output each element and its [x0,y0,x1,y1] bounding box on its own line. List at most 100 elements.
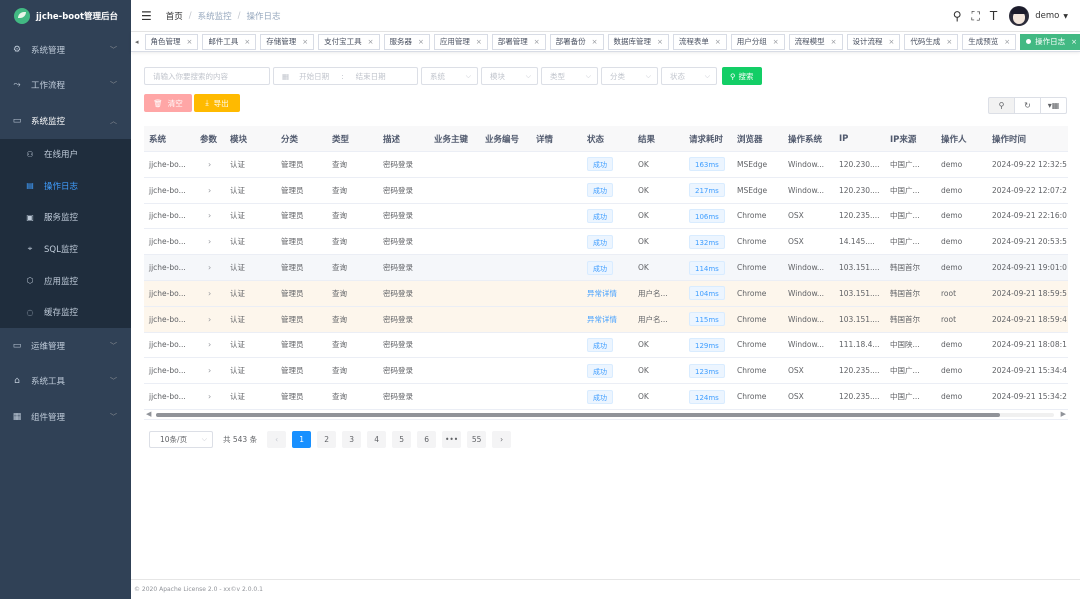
close-icon[interactable]: × [1004,38,1010,46]
table-row[interactable]: jjche-bo... › 认证 管理员 查询 密码登录 成功 OK 106ms Chrome OS… [144,204,1068,230]
chevron-right-icon[interactable]: › [200,160,211,169]
column-settings-icon[interactable]: ▾▦ [1040,97,1067,114]
avatar[interactable] [1009,6,1030,26]
category-select[interactable]: 分类 ⌵ [601,67,658,85]
table-row[interactable]: jjche-bo... › 认证 管理员 查询 密码登录 成功 OK 114ms Chrome Wi… [144,255,1068,281]
page-button-3[interactable]: 3 [342,431,362,448]
chevron-right-icon[interactable]: › [200,237,211,246]
module-select[interactable]: 模块 ⌵ [481,67,538,85]
chevron-right-icon[interactable]: › [200,186,211,195]
tag-0[interactable]: 角色管理 × [144,33,199,50]
scroll-left-icon[interactable]: ◀ [146,410,151,418]
breadcrumb-home[interactable]: 首页 [166,10,183,22]
tag-9[interactable]: 流程表单 × [672,33,727,50]
cell-expand[interactable]: › [195,366,225,375]
page-button-4[interactable]: 4 [367,431,387,448]
date-range-picker[interactable]: ▦ 开始日期 : 结束日期 [273,67,418,85]
sidebar-sub-item-1[interactable]: ▤ 操作日志 [0,170,131,202]
close-icon[interactable]: × [657,38,663,46]
sidebar-sub-item-3[interactable]: ⌖ SQL监控 [0,233,131,265]
error-detail-link[interactable]: 异常详情 [587,289,617,298]
tag-1[interactable]: 邮件工具 × [202,33,257,50]
close-icon[interactable]: × [1071,38,1077,46]
close-icon[interactable]: × [773,38,779,46]
close-icon[interactable]: × [715,38,721,46]
table-row[interactable]: jjche-bo... › 认证 管理员 查询 密码登录 异常详情 用户名... 115ms Ch… [144,306,1068,333]
cell-expand[interactable]: › [195,211,225,220]
menu-item-b1[interactable]: ⌂ 系统工具 ﹀ [0,364,131,400]
tag-4[interactable]: 服务器 × [383,33,430,50]
close-icon[interactable]: × [418,38,424,46]
hamburger-icon[interactable]: ☰ [141,9,152,23]
chevron-right-icon[interactable]: › [200,392,211,401]
chevron-right-icon[interactable]: › [200,366,211,375]
next-page-button[interactable]: › [492,431,512,448]
cell-expand[interactable]: › [195,392,225,401]
close-icon[interactable]: × [302,38,308,46]
sidebar-sub-item-4[interactable]: ⬡ 应用监控 [0,265,131,297]
page-button-5[interactable]: 5 [392,431,412,448]
tag-5[interactable]: 应用管理 × [433,33,488,50]
chevron-right-icon[interactable]: › [200,315,211,324]
chevron-right-icon[interactable]: › [200,289,211,298]
chevron-right-icon[interactable]: › [200,340,211,349]
tag-13[interactable]: 代码生成 × [904,33,959,50]
menu-item-system-monitor[interactable]: ▭ 系统监控 ︿ [0,103,131,139]
page-button-•••[interactable]: ••• [442,431,462,448]
tag-3[interactable]: 支付宝工具 × [318,33,380,50]
close-icon[interactable]: × [889,38,895,46]
search-button[interactable]: ⚲ 搜索 [722,67,762,85]
tag-6[interactable]: 部署管理 × [491,33,546,50]
cell-expand[interactable]: › [195,186,225,195]
close-icon[interactable]: × [187,38,193,46]
cell-expand[interactable]: › [195,289,225,298]
tag-2[interactable]: 存储管理 × [260,33,315,50]
close-icon[interactable]: × [244,38,250,46]
font-size-icon[interactable]: T [990,9,997,23]
tags-scroll-left-icon[interactable]: ◂ [135,38,139,46]
table-row[interactable]: jjche-bo... › 认证 管理员 查询 密码登录 成功 OK 132ms Chrome OS… [144,229,1068,256]
page-size-select[interactable]: 10条/页 ⌵ [149,431,213,448]
close-icon[interactable]: × [368,38,374,46]
clear-button[interactable]: 🗑 清空 [144,94,192,112]
sidebar-sub-item-2[interactable]: ▣ 服务监控 [0,202,131,234]
cell-status[interactable]: 异常详情 [582,314,633,325]
chevron-right-icon[interactable]: › [200,211,211,220]
cell-status[interactable]: 异常详情 [582,288,633,299]
start-date-field[interactable]: 开始日期 [299,71,329,82]
tag-10[interactable]: 用户分组 × [730,33,785,50]
table-row[interactable]: jjche-bo... › 认证 管理员 查询 密码登录 成功 OK 163ms MSEdge Wi… [144,152,1068,178]
error-detail-link[interactable]: 异常详情 [587,315,617,324]
tag-7[interactable]: 部署备份 × [549,33,604,50]
page-button-1[interactable]: 1 [292,431,312,448]
page-button-2[interactable]: 2 [317,431,337,448]
tag-11[interactable]: 流程模型 × [788,33,843,50]
cell-expand[interactable]: › [195,263,225,272]
prev-page-button[interactable]: ‹ [267,431,287,448]
table-row[interactable]: jjche-bo... › 认证 管理员 查询 密码登录 异常详情 用户名... 104ms Ch… [144,280,1068,307]
system-select[interactable]: 系统 ⌵ [421,67,478,85]
page-button-55[interactable]: 55 [467,431,487,448]
toggle-search-icon[interactable]: ⚲ [988,97,1015,114]
scroll-right-icon[interactable]: ▶ [1061,410,1066,418]
caret-down-icon[interactable]: ▼ [1063,13,1068,20]
close-icon[interactable]: × [592,38,598,46]
sidebar-sub-item-0[interactable]: ⚇ 在线用户 [0,139,131,171]
tag-12[interactable]: 设计流程 × [846,33,901,50]
search-icon[interactable]: ⚲ [953,9,962,23]
page-button-6[interactable]: 6 [417,431,437,448]
tag-8[interactable]: 数据库管理 × [607,33,669,50]
chevron-right-icon[interactable]: › [200,263,211,272]
refresh-icon[interactable]: ↻ [1014,97,1041,114]
horizontal-scrollbar[interactable]: ◀ ▶ [144,410,1068,420]
sidebar-sub-item-5[interactable]: ◌ 缓存监控 [0,296,131,328]
fullscreen-icon[interactable]: ⛶ [972,9,980,24]
cell-expand[interactable]: › [195,340,225,349]
tag-14[interactable]: 生成预览 × [962,33,1017,50]
table-row[interactable]: jjche-bo... › 认证 管理员 查询 密码登录 成功 OK 217ms MSEdge Wi… [144,178,1068,204]
end-date-field[interactable]: 结束日期 [356,71,386,82]
close-icon[interactable]: × [831,38,837,46]
table-row[interactable]: jjche-bo... › 认证 管理员 查询 密码登录 成功 OK 124ms Chrome OS… [144,384,1068,410]
status-select[interactable]: 状态 ⌵ [661,67,717,85]
close-icon[interactable]: × [534,38,540,46]
